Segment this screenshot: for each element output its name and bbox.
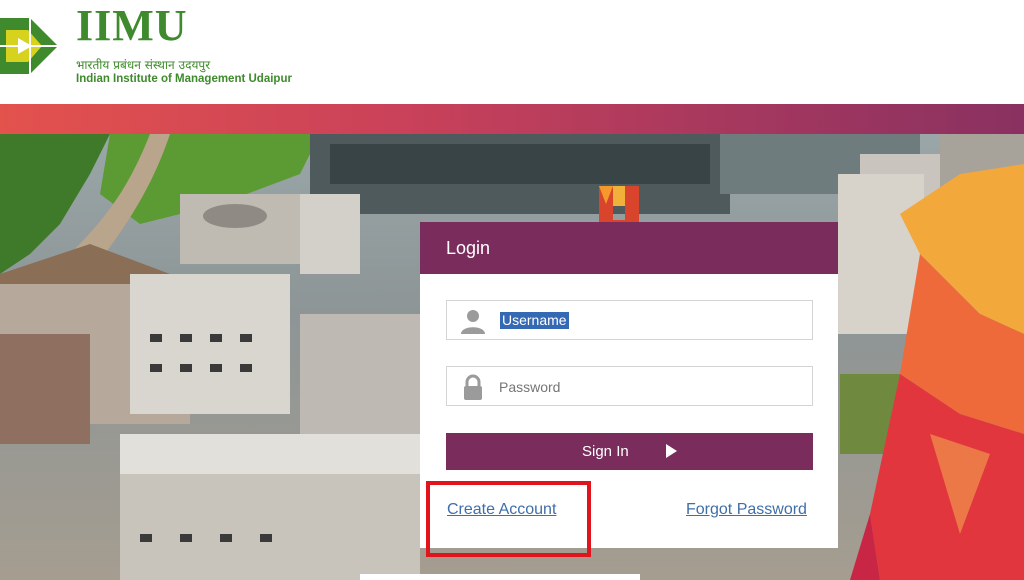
- brand-subtitle: Indian Institute of Management Udaipur: [76, 73, 292, 85]
- brand-hindi-name: भारतीय प्रबंधन संस्थान उदयपुर: [76, 58, 211, 72]
- login-title: Login: [446, 238, 491, 258]
- lock-icon: [464, 374, 482, 400]
- footer-strip: [360, 574, 640, 580]
- forgot-password-link[interactable]: Forgot Password: [686, 501, 807, 519]
- user-icon: [461, 310, 485, 334]
- password-input[interactable]: [499, 376, 799, 398]
- sign-in-button[interactable]: Sign In: [446, 433, 813, 470]
- username-value[interactable]: Username: [500, 312, 569, 329]
- iimu-logo-icon: [0, 4, 58, 88]
- site-header: IIMU भारतीय प्रबंधन संस्थान उदयपुर India…: [0, 0, 1024, 104]
- brand-title: IIMU: [76, 1, 188, 50]
- header-band: [0, 104, 1024, 134]
- annotation-highlight-box: [426, 481, 591, 557]
- password-field[interactable]: [446, 366, 813, 406]
- play-arrow-icon: [666, 444, 677, 458]
- login-header: Login: [420, 222, 838, 274]
- sign-in-label: Sign In: [582, 443, 629, 460]
- username-field[interactable]: Username: [446, 300, 813, 340]
